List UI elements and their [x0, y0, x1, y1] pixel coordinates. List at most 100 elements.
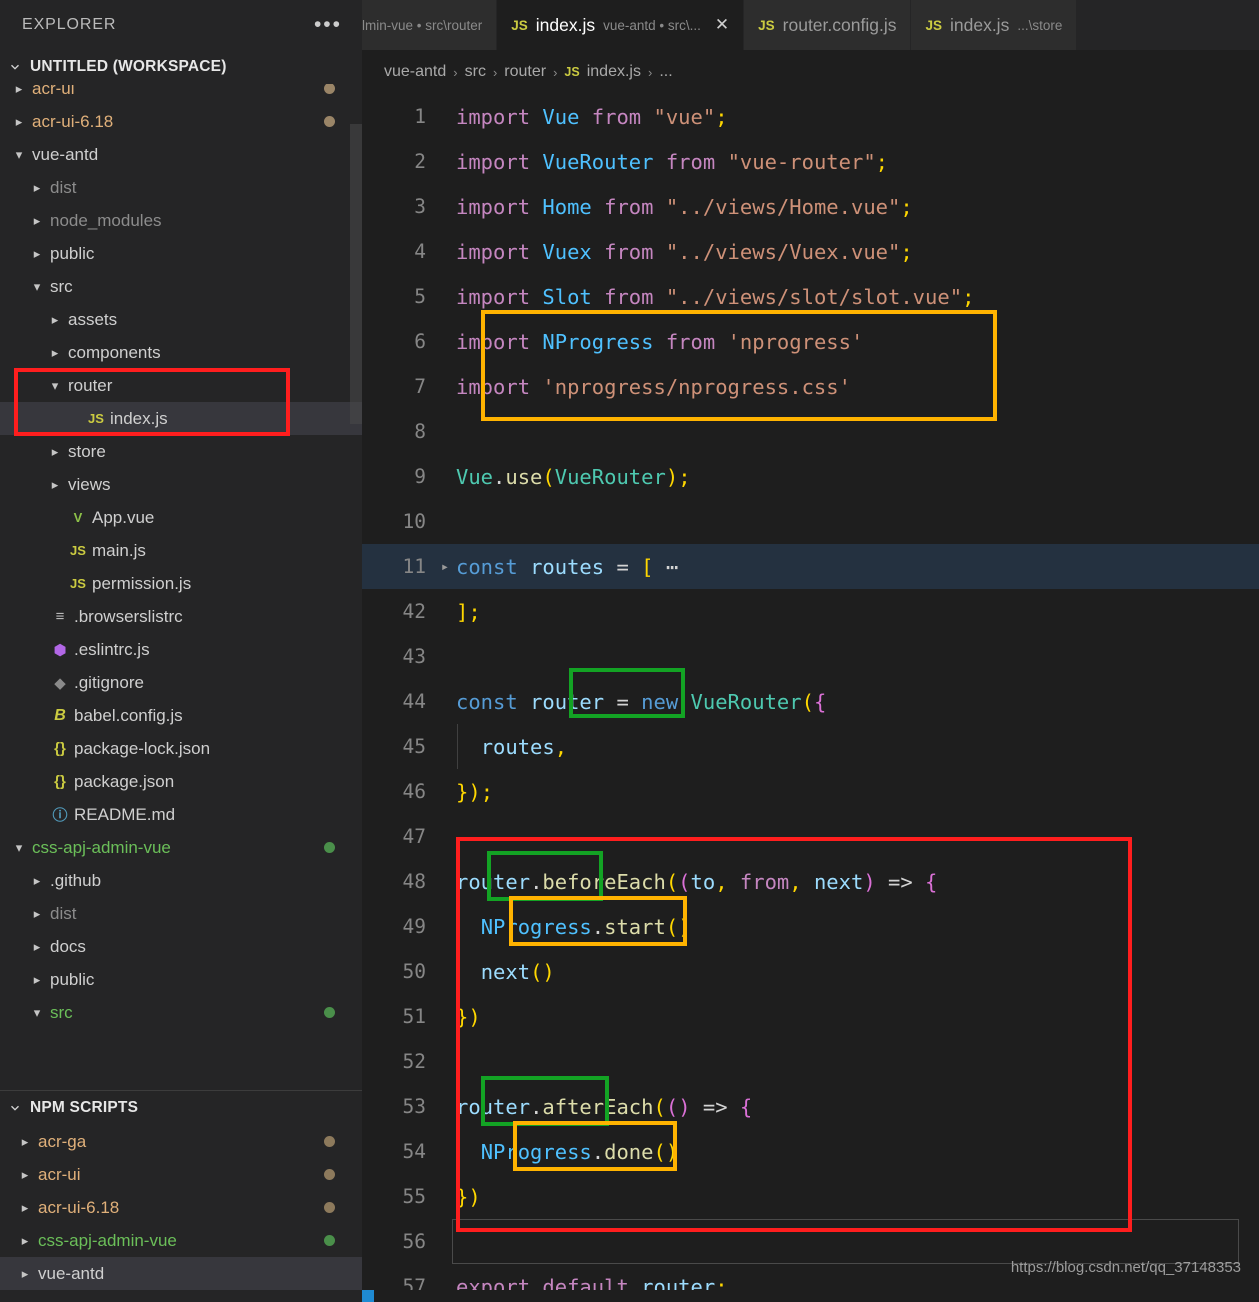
npm-script-acr-ui[interactable]: ▸ acr-ui [0, 1158, 362, 1191]
chevron-right-icon[interactable]: ▸ [8, 84, 30, 97]
chevron-right-icon[interactable]: ▸ [26, 939, 48, 955]
sidebar-scrollbar[interactable] [350, 84, 362, 1090]
tree-item-store[interactable]: ▸ store [0, 435, 362, 468]
editor-tab-index-js[interactable]: JS index.js ...\store [911, 0, 1078, 50]
breadcrumb-item[interactable]: ... [659, 63, 672, 81]
chevron-right-icon[interactable]: ▸ [44, 444, 66, 460]
chevron-down-icon[interactable]: ▾ [26, 279, 48, 295]
npm-script-acr-ga[interactable]: ▸ acr-ga [0, 1125, 362, 1158]
chevron-right-icon[interactable]: ▸ [14, 1167, 36, 1183]
code-editor[interactable]: 1 import Vue from "vue"; 2 import VueRouter… [362, 94, 1259, 1290]
tree-item-acr-ui[interactable]: ▸ acr-ui [0, 84, 362, 105]
chevron-right-icon[interactable]: ▸ [26, 873, 48, 889]
code-line-11[interactable]: 11 ▸ const routes = [ ⋯ [362, 544, 1259, 589]
code-line-56[interactable]: 56 [362, 1219, 1259, 1264]
tree-item-acr-ui-6-18[interactable]: ▸ acr-ui-6.18 [0, 105, 362, 138]
breadcrumb-item[interactable]: index.js [587, 63, 641, 81]
tree-item-docs[interactable]: ▸ docs [0, 930, 362, 963]
tree-item-permission-js[interactable]: JS permission.js [0, 567, 362, 600]
tree-item-views[interactable]: ▸ views [0, 468, 362, 501]
code-line-52[interactable]: 52 [362, 1039, 1259, 1084]
breadcrumb-item[interactable]: vue-antd [384, 63, 446, 81]
code-line-4[interactable]: 4 import Vuex from "../views/Vuex.vue"; [362, 229, 1259, 274]
code-line-43[interactable]: 43 [362, 634, 1259, 679]
tree-item--browserslistrc[interactable]: ≡ .browserslistrc [0, 600, 362, 633]
chevron-right-icon[interactable]: ▸ [26, 213, 48, 229]
code-line-45[interactable]: 45 routes, [362, 724, 1259, 769]
code-line-10[interactable]: 10 [362, 499, 1259, 544]
tree-item-babel-config-js[interactable]: Bbabel.config.js [0, 699, 362, 732]
chevron-down-icon[interactable]: ▾ [26, 1005, 48, 1021]
code-line-49[interactable]: 49 NProgress.start() [362, 904, 1259, 949]
code-line-6[interactable]: 6 import NProgress from 'nprogress' [362, 319, 1259, 364]
code-line-44[interactable]: 44 const router = new VueRouter({ [362, 679, 1259, 724]
tree-item--gitignore[interactable]: ◆ .gitignore [0, 666, 362, 699]
code-line-2[interactable]: 2 import VueRouter from "vue-router"; [362, 139, 1259, 184]
tree-item-router[interactable]: ▾ router [0, 369, 362, 402]
breadcrumb-item[interactable]: router [504, 63, 546, 81]
code-line-51[interactable]: 51}) [362, 994, 1259, 1039]
code-line-53[interactable]: 53 router.afterEach(() => { [362, 1084, 1259, 1129]
tree-item-public[interactable]: ▸ public [0, 237, 362, 270]
tree-item-index-js[interactable]: JS index.js [0, 402, 362, 435]
chevron-right-icon[interactable]: ▸ [26, 972, 48, 988]
workspace-root-row[interactable]: UNTITLED (WORKSPACE) [0, 50, 362, 84]
tree-item-public[interactable]: ▸ public [0, 963, 362, 996]
fold-chevron-icon[interactable]: ▸ [434, 559, 456, 575]
tree-item-dist[interactable]: ▸ dist [0, 171, 362, 204]
tree-item-readme-md[interactable]: ⓘ README.md [0, 798, 362, 831]
tree-item-node-modules[interactable]: ▸ node_modules [0, 204, 362, 237]
tree-item-vue-antd[interactable]: ▾ vue-antd [0, 138, 362, 171]
sidebar-scrollbar-thumb[interactable] [350, 124, 362, 424]
tree-item-package-lock-json[interactable]: {} package-lock.json [0, 732, 362, 765]
chevron-down-icon[interactable]: ▾ [8, 840, 30, 856]
npm-scripts-header[interactable]: NPM SCRIPTS [0, 1091, 362, 1125]
code-line-7[interactable]: 7 import 'nprogress/nprogress.css' [362, 364, 1259, 409]
code-line-55[interactable]: 55}) [362, 1174, 1259, 1219]
code-line-9[interactable]: 9 Vue.use(VueRouter); [362, 454, 1259, 499]
code-line-48[interactable]: 48 router.beforeEach((to, from, next) => … [362, 859, 1259, 904]
tree-item-assets[interactable]: ▸ assets [0, 303, 362, 336]
chevron-right-icon[interactable]: ▸ [14, 1266, 36, 1282]
chevron-right-icon[interactable]: ▸ [14, 1233, 36, 1249]
tree-item-package-json[interactable]: {} package.json [0, 765, 362, 798]
code-line-1[interactable]: 1 import Vue from "vue"; [362, 94, 1259, 139]
chevron-right-icon[interactable]: ▸ [14, 1134, 36, 1150]
editor-tab-router-config-js[interactable]: JS router.config.js [744, 0, 912, 50]
npm-script-vue-antd[interactable]: ▸ vue-antd [0, 1257, 362, 1290]
chevron-right-icon[interactable]: ▸ [44, 477, 66, 493]
breadcrumb-item[interactable]: src [465, 63, 486, 81]
chevron-right-icon[interactable]: ▸ [44, 345, 66, 361]
tree-item-main-js[interactable]: JS main.js [0, 534, 362, 567]
more-actions-icon[interactable]: ••• [314, 14, 342, 35]
editor-tab-lmin-vue-src-router[interactable]: lmin-vue • src\router [362, 0, 498, 50]
chevron-right-icon[interactable]: ▸ [44, 312, 66, 328]
code-line-46[interactable]: 46}); [362, 769, 1259, 814]
editor-tab-index-js[interactable]: JS index.js vue-antd • src\... ✕ [497, 0, 745, 50]
chevron-right-icon[interactable]: ▸ [8, 114, 30, 130]
chevron-right-icon[interactable]: ▸ [14, 1200, 36, 1216]
code-line-54[interactable]: 54 NProgress.done() [362, 1129, 1259, 1174]
npm-script-acr-ui-6-18[interactable]: ▸ acr-ui-6.18 [0, 1191, 362, 1224]
code-line-47[interactable]: 47 [362, 814, 1259, 859]
status-bar[interactable] [362, 1290, 374, 1302]
tree-item-components[interactable]: ▸ components [0, 336, 362, 369]
chevron-down-icon[interactable]: ▾ [8, 147, 30, 163]
close-icon[interactable]: ✕ [715, 15, 729, 35]
tree-item--eslintrc-js[interactable]: ⬢ .eslintrc.js [0, 633, 362, 666]
tree-item-css-apj-admin-vue[interactable]: ▾ css-apj-admin-vue [0, 831, 362, 864]
tree-item--github[interactable]: ▸ .github [0, 864, 362, 897]
tree-item-src[interactable]: ▾ src [0, 996, 362, 1029]
chevron-right-icon[interactable]: ▸ [26, 246, 48, 262]
npm-script-css-apj-admin-vue[interactable]: ▸ css-apj-admin-vue [0, 1224, 362, 1257]
tree-item-src[interactable]: ▾ src [0, 270, 362, 303]
code-line-5[interactable]: 5 import Slot from "../views/slot/slot.vu… [362, 274, 1259, 319]
chevron-down-icon[interactable]: ▾ [44, 378, 66, 394]
chevron-right-icon[interactable]: ▸ [26, 180, 48, 196]
code-line-42[interactable]: 42]; [362, 589, 1259, 634]
code-line-8[interactable]: 8 [362, 409, 1259, 454]
tree-item-app-vue[interactable]: V App.vue [0, 501, 362, 534]
tree-item-dist[interactable]: ▸ dist [0, 897, 362, 930]
code-line-3[interactable]: 3 import Home from "../views/Home.vue"; [362, 184, 1259, 229]
code-line-50[interactable]: 50 next() [362, 949, 1259, 994]
